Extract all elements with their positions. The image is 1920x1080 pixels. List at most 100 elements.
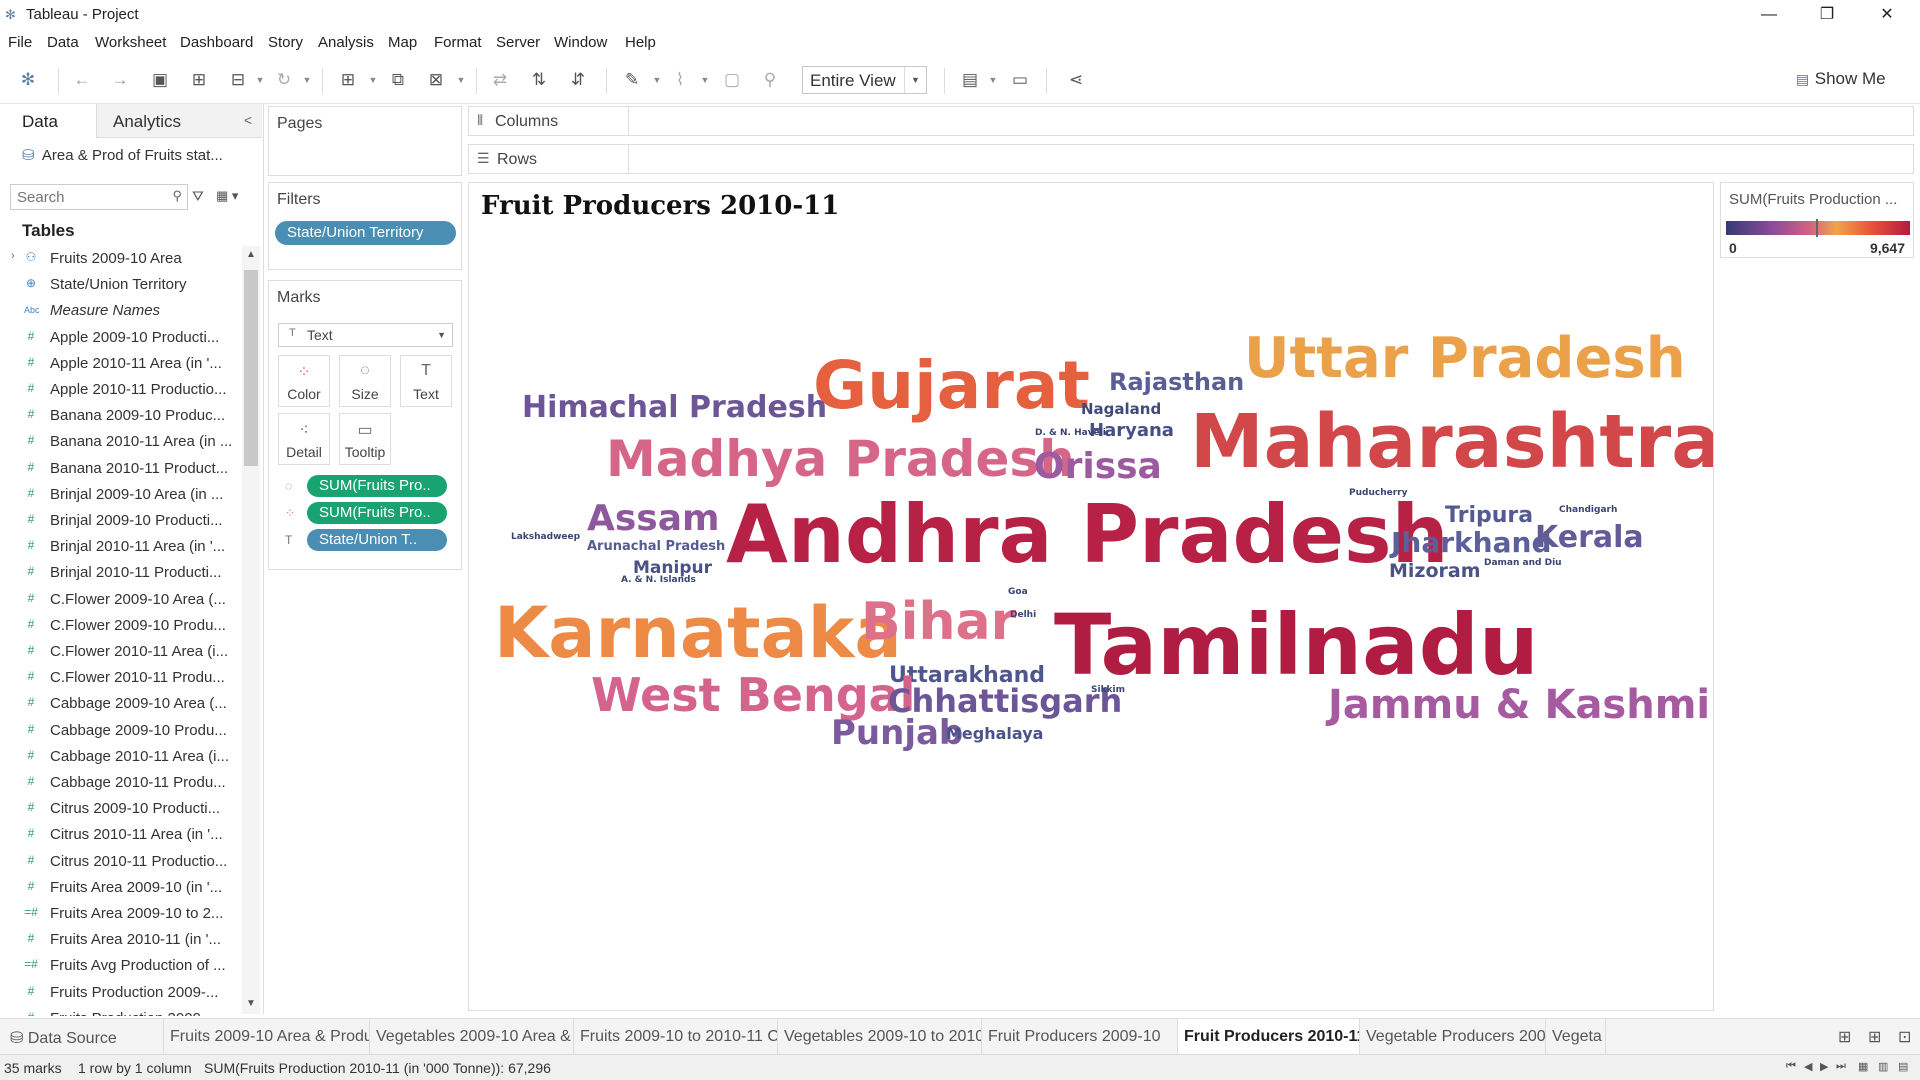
save-icon[interactable]: ▣: [148, 68, 172, 92]
field-item[interactable]: # Brinjal 2009-10 Area (in ...: [0, 482, 240, 508]
new-worksheet-icon[interactable]: ⊞: [336, 68, 360, 92]
menu-window[interactable]: Window: [554, 34, 607, 51]
prev-sheet-icon[interactable]: ◀: [1804, 1060, 1812, 1073]
next-sheet-icon[interactable]: ▶: [1820, 1060, 1828, 1073]
field-item[interactable]: # C.Flower 2010-11 Area (i...: [0, 639, 240, 665]
new-datasource-icon[interactable]: ⊞: [187, 68, 211, 92]
text-pill[interactable]: State/Union T..: [307, 529, 447, 551]
field-list-scrollbar[interactable]: ▲ ▼: [242, 246, 260, 1014]
word-mark[interactable]: Bihar: [861, 596, 1016, 648]
word-mark[interactable]: Mizoram: [1389, 562, 1481, 581]
highlight-icon[interactable]: ✎: [620, 68, 644, 92]
menu-analysis[interactable]: Analysis: [318, 34, 374, 51]
mark-type-dropdown[interactable]: T Text ▼: [278, 323, 453, 347]
field-item[interactable]: =# Fruits Area 2009-10 to 2...: [0, 901, 240, 927]
field-item[interactable]: # Brinjal 2009-10 Producti...: [0, 508, 240, 534]
new-worksheet-icon[interactable]: ⊞: [1838, 1027, 1851, 1047]
sheet-tab[interactable]: Vegetable Producers 2009-10: [1360, 1019, 1546, 1055]
tooltip-card[interactable]: ▭ Tooltip: [339, 413, 391, 465]
chevron-down-icon[interactable]: ▼: [988, 68, 998, 92]
field-item[interactable]: # Fruits Production 2009-...: [0, 1006, 240, 1016]
field-item[interactable]: # Banana 2009-10 Produc...: [0, 403, 240, 429]
fix-axes-icon[interactable]: ⚲: [758, 68, 782, 92]
word-mark[interactable]: Jharkhand: [1391, 529, 1551, 557]
word-mark[interactable]: Meghalaya: [946, 726, 1043, 742]
word-mark[interactable]: Punjab: [831, 716, 963, 750]
sheet-tab[interactable]: Vegeta: [1546, 1019, 1606, 1055]
field-item[interactable]: › ⚇ Fruits 2009-10 Area: [0, 246, 240, 272]
word-mark[interactable]: Rajasthan: [1109, 370, 1244, 394]
sheet-tab[interactable]: Vegetables 2009-10 to 2010-11 ...: [778, 1019, 982, 1055]
field-item[interactable]: # Cabbage 2010-11 Area (i...: [0, 744, 240, 770]
pause-updates-icon[interactable]: ⊟: [226, 68, 250, 92]
word-mark[interactable]: Uttar Pradesh: [1244, 331, 1686, 387]
text-card[interactable]: T Text: [400, 355, 452, 407]
field-item[interactable]: # Citrus 2009-10 Producti...: [0, 796, 240, 822]
menu-data[interactable]: Data: [47, 34, 79, 51]
field-item[interactable]: # Apple 2010-11 Area (in '...: [0, 351, 240, 377]
scroll-thumb[interactable]: [244, 270, 258, 466]
show-cards-icon[interactable]: ▤: [958, 68, 982, 92]
menu-story[interactable]: Story: [268, 34, 303, 51]
word-mark[interactable]: Sikkim: [1091, 686, 1125, 695]
worksheet-view[interactable]: Fruit Producers 2010-11 Uttar Pradesh Raj…: [468, 182, 1714, 1011]
filmstrip-view-icon[interactable]: ▥: [1878, 1060, 1888, 1073]
menu-worksheet[interactable]: Worksheet: [95, 34, 166, 51]
show-mark-labels-icon[interactable]: ▢: [720, 68, 744, 92]
chevron-down-icon[interactable]: ▼: [255, 68, 265, 92]
field-item[interactable]: # Banana 2010-11 Area (in ...: [0, 429, 240, 455]
collapse-pane-icon[interactable]: <: [244, 112, 252, 128]
word-mark[interactable]: Andhra Pradesh: [726, 495, 1449, 575]
sheet-tab[interactable]: Vegetables 2009-10 Area & Pro...: [370, 1019, 574, 1055]
field-item[interactable]: ⊕ State/Union Territory: [0, 272, 240, 298]
word-mark[interactable]: Orissa: [1034, 449, 1162, 485]
word-mark[interactable]: Himachal Pradesh: [522, 393, 827, 423]
menu-file[interactable]: File: [8, 34, 32, 51]
word-mark[interactable]: Karnataka: [494, 598, 902, 668]
field-item[interactable]: # Banana 2010-11 Product...: [0, 456, 240, 482]
word-mark[interactable]: Lakshadweep: [511, 533, 580, 542]
field-item[interactable]: # Brinjal 2010-11 Area (in '...: [0, 534, 240, 560]
first-sheet-icon[interactable]: ⏮: [1786, 1060, 1796, 1073]
undo-icon[interactable]: ←: [70, 68, 94, 92]
word-mark[interactable]: Daman and Diu: [1484, 559, 1562, 568]
color-legend[interactable]: SUM(Fruits Production ... 0 9,647: [1720, 182, 1914, 258]
menu-dashboard[interactable]: Dashboard: [180, 34, 253, 51]
word-mark[interactable]: Kerala: [1535, 523, 1644, 553]
field-item[interactable]: # Brinjal 2010-11 Producti...: [0, 560, 240, 586]
columns-shelf[interactable]: ⦀ Columns: [468, 106, 1914, 136]
chevron-down-icon[interactable]: ▼: [368, 68, 378, 92]
field-item[interactable]: # Cabbage 2009-10 Produ...: [0, 718, 240, 744]
field-item[interactable]: =# Fruits Avg Production of ...: [0, 953, 240, 979]
word-mark[interactable]: Madhya Pradesh: [606, 434, 1075, 484]
word-mark[interactable]: Arunachal Pradesh: [587, 540, 725, 553]
field-item[interactable]: Abc Measure Names: [0, 298, 240, 324]
redo-icon[interactable]: →: [108, 68, 132, 92]
tableau-home-icon[interactable]: ✻: [16, 68, 40, 92]
field-item[interactable]: # Cabbage 2010-11 Produ...: [0, 770, 240, 796]
tab-view-icon[interactable]: ▤: [1898, 1060, 1908, 1073]
menu-server[interactable]: Server: [496, 34, 540, 51]
filter-icon[interactable]: ⛛: [192, 188, 204, 205]
word-mark[interactable]: Nagaland: [1081, 402, 1161, 417]
word-mark[interactable]: Tripura: [1445, 505, 1533, 527]
sheet-tab[interactable]: Fruit Producers 2009-10: [982, 1019, 1178, 1055]
word-mark[interactable]: Maharashtra: [1190, 405, 1713, 479]
scroll-down-icon[interactable]: ▼: [246, 998, 256, 1009]
word-mark[interactable]: West Bengal: [591, 672, 915, 718]
sort-ascending-icon[interactable]: ⇅: [527, 68, 551, 92]
field-item[interactable]: # Cabbage 2009-10 Area (...: [0, 691, 240, 717]
sheet-tab[interactable]: Fruit Producers 2010-11: [1178, 1019, 1360, 1055]
word-mark[interactable]: Chandigarh: [1559, 506, 1617, 515]
word-mark[interactable]: Gujarat: [813, 353, 1090, 419]
rows-shelf[interactable]: ☰ Rows: [468, 144, 1914, 174]
field-item[interactable]: # Apple 2009-10 Producti...: [0, 325, 240, 351]
group-members-icon[interactable]: ⌇: [668, 68, 692, 92]
word-mark[interactable]: Jammu & Kashmir: [1328, 685, 1713, 725]
grid-view-icon[interactable]: ▦: [1858, 1060, 1868, 1073]
field-item[interactable]: # C.Flower 2009-10 Produ...: [0, 613, 240, 639]
word-mark[interactable]: Delhi: [1010, 611, 1036, 620]
chevron-down-icon[interactable]: ▼: [652, 68, 662, 92]
menu-format[interactable]: Format: [434, 34, 482, 51]
menu-map[interactable]: Map: [388, 34, 417, 51]
